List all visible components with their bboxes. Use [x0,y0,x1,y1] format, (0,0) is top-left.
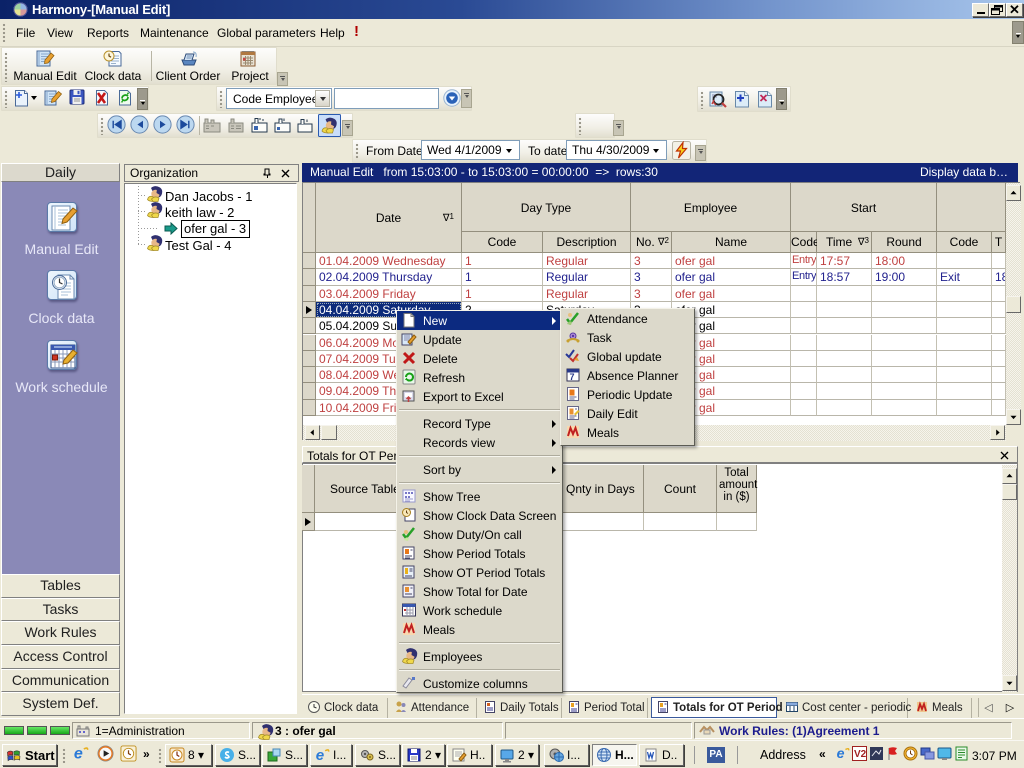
svg-text:7: 7 [570,372,575,382]
svg-text:V2: V2 [854,749,867,760]
svg-text:e: e [837,746,845,761]
svg-text:e: e [74,745,83,762]
svg-text:e: e [316,747,324,763]
